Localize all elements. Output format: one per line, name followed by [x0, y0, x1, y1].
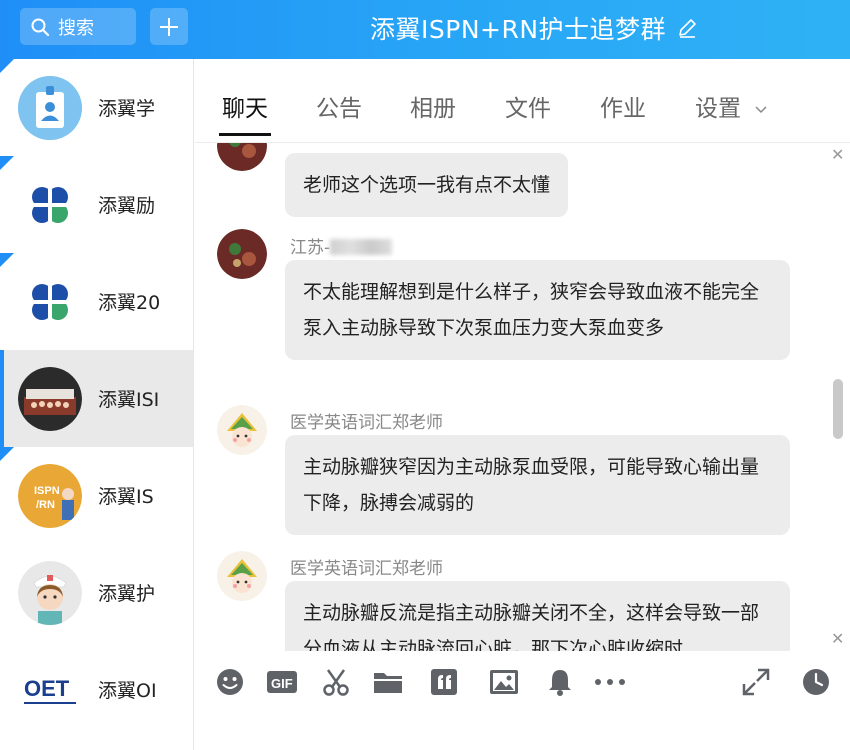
ispn-rn-logo: ISPN /RN [18, 463, 82, 528]
tab-homework[interactable]: 作业 [600, 89, 646, 123]
sender-name-text: 江苏- [290, 238, 331, 258]
unread-marker [0, 59, 14, 73]
user-avatar[interactable] [217, 229, 267, 279]
nurse-cartoon-avatar [18, 560, 82, 625]
conversation-item-active[interactable]: 添翼ISI [0, 350, 193, 447]
group-title-text: 添翼ISPN+RN护士追梦群 [370, 15, 667, 44]
expand-icon[interactable] [739, 665, 773, 699]
unread-marker [0, 253, 14, 267]
close-icon[interactable]: ✕ [831, 145, 844, 164]
bell-icon[interactable] [543, 665, 577, 699]
quote-icon[interactable] [427, 665, 461, 699]
conversation-name: 添翼护 [98, 583, 156, 605]
tab-chat[interactable]: 聊天 [219, 89, 271, 136]
clover-logo [18, 173, 82, 237]
input-toolbar: GIF [195, 651, 850, 711]
scissors-icon[interactable] [319, 665, 353, 699]
group-photo-avatar [18, 366, 82, 431]
svg-text:/RN: /RN [36, 499, 55, 511]
chevron-down-icon [755, 105, 767, 113]
tab-settings[interactable]: 设置 [695, 89, 768, 123]
plus-icon [160, 17, 178, 36]
sender-name[interactable]: 江苏- [290, 233, 393, 258]
id-badge-icon [18, 75, 82, 140]
conversation-item[interactable]: OET 添翼OI [0, 641, 193, 738]
conversation-name: 添翼OI [98, 680, 157, 702]
conversation-list: 添翼学 添翼励 添翼20 添翼ISI ISPN /RN 添翼IS 添翼护 OET… [0, 59, 194, 750]
conversation-name: 添翼20 [98, 292, 161, 314]
scrollbar-thumb[interactable] [833, 379, 843, 439]
sender-name[interactable]: 医学英语词汇郑老师 [290, 554, 443, 579]
tab-announcement[interactable]: 公告 [316, 89, 362, 123]
conversation-name: 添翼学 [98, 98, 156, 120]
sender-name[interactable]: 医学英语词汇郑老师 [290, 408, 443, 433]
unread-marker [0, 447, 14, 461]
svg-text:ISPN: ISPN [34, 485, 60, 497]
clock-icon[interactable] [799, 665, 833, 699]
conversation-item[interactable]: ISPN /RN 添翼IS [0, 447, 193, 544]
search-box[interactable]: 搜索 [20, 8, 136, 45]
more-icon[interactable] [593, 665, 627, 699]
teacher-avatar[interactable] [217, 405, 267, 455]
svg-text:OET: OET [24, 676, 70, 701]
message-bubble[interactable]: 老师这个选项一我有点不太懂 [285, 153, 569, 217]
tab-bar: 聊天 公告 相册 文件 作业 设置 [195, 59, 850, 143]
clover-logo [18, 270, 82, 334]
conversation-item[interactable]: 添翼20 [0, 253, 193, 350]
conversation-item[interactable]: 添翼学 [0, 59, 193, 156]
user-avatar[interactable] [217, 143, 267, 171]
message-list[interactable]: 老师这个选项一我有点不太懂 江苏- 不太能理解想到是什么样子，狭窄会导致血液不能… [195, 143, 850, 651]
conversation-name: 添翼IS [98, 486, 154, 508]
gif-icon[interactable]: GIF [265, 665, 299, 699]
teacher-avatar[interactable] [217, 551, 267, 601]
conversation-name: 添翼ISI [98, 389, 160, 411]
close-icon[interactable]: ✕ [831, 629, 844, 648]
conversation-item[interactable]: 添翼护 [0, 544, 193, 641]
search-label: 搜索 [58, 17, 94, 39]
svg-text:GIF: GIF [271, 676, 293, 691]
chat-panel: 聊天 公告 相册 文件 作业 设置 老师这个选项一我有点不太懂 江苏- 不太能理… [195, 59, 850, 750]
add-button[interactable] [150, 8, 188, 45]
group-title: 添翼ISPN+RN护士追梦群 [370, 10, 698, 46]
blurred-name [330, 239, 393, 255]
top-bar: 搜索 添翼ISPN+RN护士追梦群 [0, 0, 850, 59]
unread-marker [0, 156, 14, 170]
emoji-icon[interactable] [213, 665, 247, 699]
oet-logo: OET [18, 657, 82, 722]
app-window: 搜索 添翼ISPN+RN护士追梦群 添翼学 添翼励 添翼20 添翼ISI ISP… [0, 0, 850, 750]
message-bubble[interactable]: 主动脉瓣狭窄因为主动脉泵血受限，可能导致心输出量下降，脉搏会减弱的 [285, 435, 790, 535]
folder-icon[interactable] [371, 665, 405, 699]
tab-files[interactable]: 文件 [505, 89, 551, 123]
conversation-name: 添翼励 [98, 195, 156, 217]
edit-icon[interactable] [676, 17, 698, 39]
conversation-item[interactable]: 添翼励 [0, 156, 193, 253]
tab-settings-label: 设置 [695, 96, 741, 122]
message-bubble[interactable]: 主动脉瓣反流是指主动脉瓣关闭不全，这样会导致一部分血液从主动脉流回心脏，那下次心… [285, 581, 790, 651]
message-bubble[interactable]: 不太能理解想到是什么样子，狭窄会导致血液不能完全泵入主动脉导致下次泵血压力变大泵… [285, 260, 790, 360]
image-icon[interactable] [487, 665, 521, 699]
tab-album[interactable]: 相册 [410, 89, 456, 123]
search-icon [31, 18, 50, 36]
